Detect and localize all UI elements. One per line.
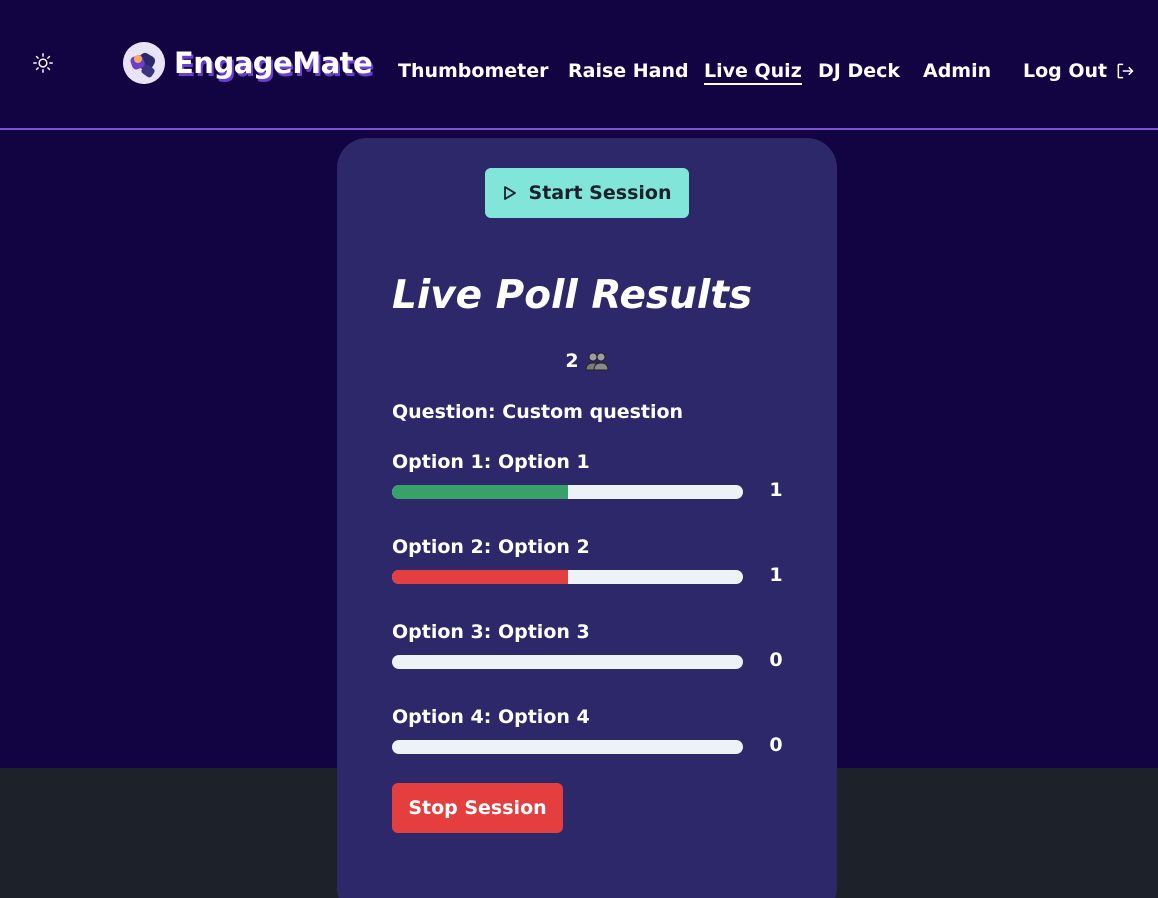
participant-count-value: 2 xyxy=(565,350,579,372)
poll-question: Question: Custom question xyxy=(392,401,684,423)
stop-session-button[interactable]: Stop Session xyxy=(392,783,563,833)
option-vote-count: 1 xyxy=(769,479,783,501)
theme-toggle-button[interactable] xyxy=(30,50,56,76)
logout-icon xyxy=(1117,63,1134,79)
poll-card: Start Session Live Poll Results 2 Questi… xyxy=(337,138,837,898)
brand-name: EngageMate xyxy=(174,46,373,80)
option-label: Option 1: Option 1 xyxy=(392,451,590,473)
option-vote-count: 1 xyxy=(769,564,783,586)
poll-title: Live Poll Results xyxy=(392,273,753,318)
play-icon xyxy=(503,186,516,200)
poll-option-3: Option 3: Option 3 0 xyxy=(392,621,792,681)
option-progress-fill xyxy=(392,485,568,499)
poll-option-4: Option 4: Option 4 0 xyxy=(392,706,792,766)
people-icon xyxy=(585,352,609,371)
nav-live-quiz[interactable]: Live Quiz xyxy=(704,60,802,85)
start-session-label: Start Session xyxy=(528,182,672,204)
stop-session-label: Stop Session xyxy=(408,797,547,819)
option-vote-count: 0 xyxy=(769,734,783,756)
option-label: Option 3: Option 3 xyxy=(392,621,590,643)
nav-raise-hand[interactable]: Raise Hand xyxy=(568,60,689,82)
option-progress-bar xyxy=(392,485,743,499)
option-progress-bar xyxy=(392,740,743,754)
participant-count: 2 xyxy=(337,350,837,372)
nav-thumbometer[interactable]: Thumbometer xyxy=(398,60,549,82)
poll-option-2: Option 2: Option 2 1 xyxy=(392,536,792,596)
sun-icon xyxy=(33,53,53,73)
logo-mark-icon xyxy=(123,42,165,84)
nav-admin[interactable]: Admin xyxy=(923,60,991,82)
brand-logo[interactable]: EngageMate xyxy=(123,42,373,84)
top-navbar: EngageMate Thumbometer Raise Hand Live Q… xyxy=(0,0,1158,130)
option-label: Option 4: Option 4 xyxy=(392,706,590,728)
option-label: Option 2: Option 2 xyxy=(392,536,590,558)
option-vote-count: 0 xyxy=(769,649,783,671)
nav-dj-deck[interactable]: DJ Deck xyxy=(818,60,900,82)
option-progress-fill xyxy=(392,570,568,584)
logout-button[interactable]: Log Out xyxy=(1023,60,1135,82)
logout-label: Log Out xyxy=(1023,60,1108,82)
start-session-button[interactable]: Start Session xyxy=(485,168,689,218)
poll-option-1: Option 1: Option 1 1 xyxy=(392,451,792,511)
option-progress-bar xyxy=(392,655,743,669)
option-progress-bar xyxy=(392,570,743,584)
